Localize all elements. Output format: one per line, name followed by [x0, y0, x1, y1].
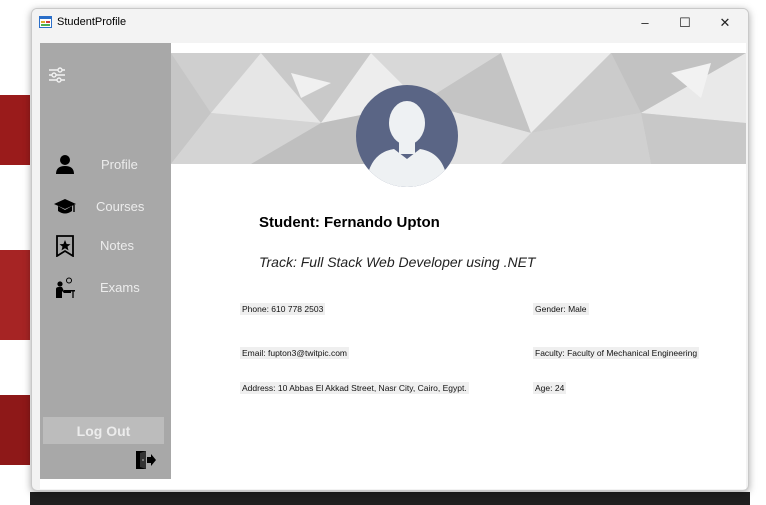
desktop-background-fragment — [0, 250, 30, 340]
bookmark-star-icon — [56, 235, 74, 257]
user-icon — [56, 155, 74, 174]
desktop-background-right — [748, 0, 766, 505]
sidebar-item-label: Courses — [96, 199, 145, 214]
exam-desk-icon — [56, 277, 75, 298]
window-title: StudentProfile — [57, 16, 127, 28]
address-label: Address: 10 Abbas El Akkad Street, Nasr … — [240, 382, 469, 394]
faculty-label: Faculty: Faculty of Mechanical Engineeri… — [533, 347, 700, 359]
door-exit-icon[interactable] — [134, 449, 156, 471]
sliders-icon[interactable] — [48, 67, 66, 83]
age-label: Age: 24 — [533, 382, 567, 394]
close-button[interactable]: ✕ — [702, 9, 748, 36]
gender-label: Gender: Male — [533, 303, 589, 315]
sidebar-item-label: Profile — [101, 157, 138, 172]
desktop-background-fragment — [0, 95, 30, 165]
profile-banner — [171, 53, 746, 164]
sidebar: Profile Courses Notes Exams Log Out — [40, 43, 171, 479]
desktop-taskbar-edge — [30, 492, 750, 505]
sidebar-item-exams[interactable]: Exams — [40, 273, 171, 305]
sidebar-item-courses[interactable]: Courses — [40, 192, 171, 224]
desktop-background-strip — [0, 0, 30, 505]
desktop-background-fragment — [0, 395, 30, 465]
email-label: Email: fupton3@twitpic.com — [240, 347, 350, 359]
sidebar-item-label: Exams — [100, 280, 140, 295]
student-name: Student: Fernando Upton — [259, 214, 440, 231]
student-avatar — [356, 85, 458, 187]
graduation-cap-icon — [54, 199, 76, 214]
sidebar-item-notes[interactable]: Notes — [40, 231, 171, 263]
sidebar-item-profile[interactable]: Profile — [40, 150, 171, 182]
sidebar-item-label: Notes — [100, 238, 134, 253]
form-client-area: Profile Courses Notes Exams Log Out Stud… — [40, 43, 746, 489]
logout-button[interactable]: Log Out — [43, 417, 164, 444]
app-form-icon — [39, 16, 52, 28]
student-track: Track: Full Stack Web Developer using .N… — [259, 254, 536, 270]
phone-label: Phone: 610 778 2503 — [240, 303, 326, 315]
student-profile-window: StudentProfile – ☐ ✕ Profile Courses Not… — [31, 8, 749, 491]
title-bar[interactable]: StudentProfile – ☐ ✕ — [32, 9, 748, 36]
